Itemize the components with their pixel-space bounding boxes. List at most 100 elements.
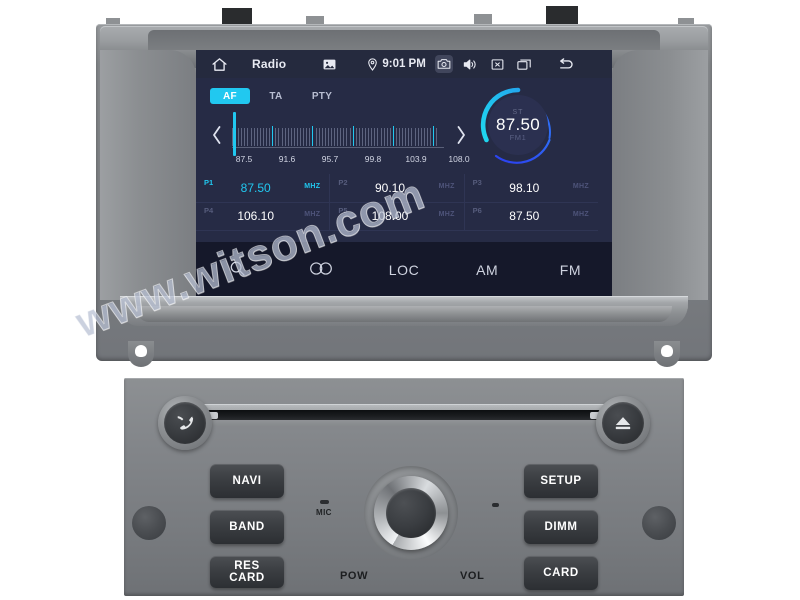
tuner-tick xyxy=(349,128,351,146)
tuner-tick xyxy=(278,128,280,146)
tuner-tick xyxy=(361,128,363,146)
preset-row: P4 106.10 MHZ P5 108.00 MHZ P6 87.50 MHZ xyxy=(196,202,612,231)
tuner-tick xyxy=(374,128,376,146)
tuner-tick xyxy=(290,128,292,146)
navi-button[interactable]: NAVI xyxy=(210,464,284,498)
chevron-left-icon[interactable] xyxy=(210,124,224,146)
tuner-tick xyxy=(358,128,360,146)
tuner-tick xyxy=(300,128,302,146)
tuner-tick xyxy=(284,128,286,146)
tuner-tick xyxy=(426,128,428,146)
eject-knob[interactable] xyxy=(596,396,650,450)
tuner-tick xyxy=(399,128,401,146)
setup-button[interactable]: SETUP xyxy=(524,464,598,498)
preset-unit: MHZ xyxy=(572,183,589,190)
tuner-tick xyxy=(312,126,314,146)
res-card-button[interactable]: RES CARD xyxy=(210,556,284,588)
preset-p5[interactable]: P5 108.00 MHZ xyxy=(330,202,465,231)
tuner-scale-label: 108.0 xyxy=(448,154,470,164)
am-button[interactable]: AM xyxy=(446,262,529,278)
clock-time: 9:01 PM xyxy=(382,58,426,70)
eject-icon xyxy=(602,402,644,444)
tuner-strip[interactable]: 87.5 91.6 95.7 99.8 103.9 108.0 xyxy=(210,112,470,166)
tuner-baseline xyxy=(232,147,444,148)
preset-p6[interactable]: P6 87.50 MHZ xyxy=(464,202,598,231)
home-icon[interactable] xyxy=(210,55,228,73)
tuner-tick xyxy=(405,128,407,146)
image-icon[interactable] xyxy=(322,57,336,71)
tuner-tick xyxy=(324,128,326,146)
tuner-tick xyxy=(423,128,425,146)
volume-knob[interactable] xyxy=(364,466,458,560)
tuner-tick xyxy=(340,128,342,146)
back-arrow-icon[interactable] xyxy=(556,55,576,73)
rds-pty-button[interactable]: PTY xyxy=(302,88,342,104)
cd-slot[interactable] xyxy=(194,404,614,426)
tuner-tick xyxy=(402,128,404,146)
tuner-tick xyxy=(296,128,298,146)
tuner-tick xyxy=(238,128,240,146)
camera-icon[interactable] xyxy=(434,55,453,73)
chevron-right-icon[interactable] xyxy=(454,124,468,146)
tuner-tick xyxy=(337,128,339,146)
frequency-dial[interactable]: ST 87.50 FM1 xyxy=(479,86,557,164)
side-screw-right xyxy=(642,506,676,540)
tuner-scale-label: 103.9 xyxy=(405,154,427,164)
rds-ta-button[interactable]: TA xyxy=(256,88,296,104)
preset-p3[interactable]: P3 98.10 MHZ xyxy=(464,174,598,203)
tuner-cursor[interactable] xyxy=(233,112,236,156)
tuner-tick xyxy=(293,128,295,146)
tuner-tick xyxy=(352,126,354,146)
preset-unit: MHZ xyxy=(572,211,589,218)
tuner-tick xyxy=(272,126,274,146)
preset-unit: MHZ xyxy=(304,211,321,218)
volume-knob-chrome xyxy=(374,476,448,550)
lcd-screen[interactable]: Radio 9:01 PM AF TA PTY 87.5 91.6 95.7 9… xyxy=(196,50,612,298)
mount-tab-5 xyxy=(546,6,578,24)
tuner-tick xyxy=(281,128,283,146)
tuner-scale-label: 87.5 xyxy=(235,154,253,164)
microphone-hole xyxy=(320,500,329,504)
dimm-button[interactable]: DIMM xyxy=(524,510,598,544)
tuner-tick xyxy=(346,128,348,146)
band-button[interactable]: BAND xyxy=(210,510,284,544)
volume-knob-top xyxy=(386,488,436,538)
tuner-tick xyxy=(256,128,258,146)
preset-p1[interactable]: P1 87.50 MHZ xyxy=(196,174,331,203)
tuner-tick xyxy=(327,128,329,146)
bracket-foot-left xyxy=(128,341,154,367)
loc-button[interactable]: LOC xyxy=(362,262,445,278)
app-title: Radio xyxy=(252,57,287,71)
tuner-tick xyxy=(343,128,345,146)
ir-sensor xyxy=(492,503,499,507)
tuner-tick xyxy=(408,128,410,146)
status-bar: Radio 9:01 PM xyxy=(196,50,612,78)
tuner-tick xyxy=(259,128,261,146)
tuner-tick xyxy=(315,128,317,146)
phone-knob[interactable] xyxy=(158,396,212,450)
preset-p2[interactable]: P2 90.10 MHZ xyxy=(330,174,465,203)
tuner-tick xyxy=(383,128,385,146)
tuner-tick xyxy=(287,128,289,146)
radio-app-body: AF TA PTY 87.5 91.6 95.7 99.8 103.9 108.0 xyxy=(196,78,612,298)
tuner-scale-label: 91.6 xyxy=(278,154,296,164)
fm-button[interactable]: FM xyxy=(529,262,612,278)
search-button[interactable] xyxy=(196,260,279,280)
tuner-ticks xyxy=(232,122,444,146)
tuner-tick xyxy=(262,128,264,146)
rds-af-button[interactable]: AF xyxy=(210,88,250,104)
vol-label: VOL xyxy=(460,570,485,582)
scan-button[interactable] xyxy=(279,261,362,279)
bezel-lip-highlight xyxy=(136,306,672,322)
tuner-tick xyxy=(420,128,422,146)
card-button[interactable]: CARD xyxy=(524,556,598,590)
tuner-tick xyxy=(306,128,308,146)
tuner-tick xyxy=(244,128,246,146)
speaker-icon[interactable] xyxy=(462,55,480,73)
tuner-tick xyxy=(430,128,431,146)
tuner-tick xyxy=(241,128,243,146)
preset-grid: P1 87.50 MHZ P2 90.10 MHZ P3 98.10 MHZ P… xyxy=(196,174,612,231)
preset-p4[interactable]: P4 106.10 MHZ xyxy=(196,202,331,231)
close-box-icon[interactable] xyxy=(489,55,507,73)
recents-icon[interactable] xyxy=(516,55,534,73)
